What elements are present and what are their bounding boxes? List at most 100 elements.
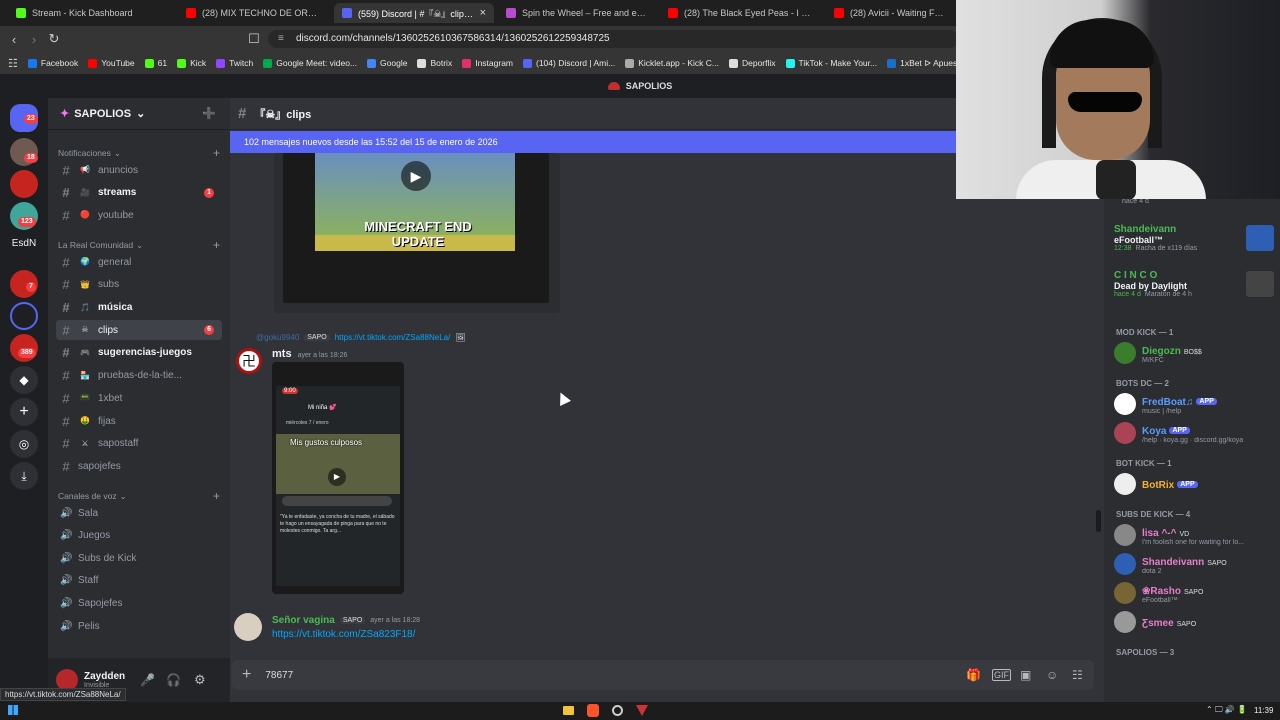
browser-tab[interactable]: (28) Avicii - Waiting For Love (Ly — [826, 3, 956, 23]
play-icon[interactable]: ▶ — [328, 468, 346, 486]
bookmark-item[interactable]: 1xBet ᐅ Apues — [887, 58, 957, 69]
browser-tab[interactable]: (559) Discord | #『☠』clips | SAP × — [334, 3, 494, 23]
avatar[interactable] — [1114, 393, 1136, 415]
voice-channel-item[interactable]: 🔊 Sapojefes — [56, 594, 222, 614]
message-composer[interactable]: + 78677 🎁 GIF ▣ ☺ ☷ — [232, 660, 1094, 690]
create-channel-icon[interactable]: + — [213, 489, 220, 503]
avatar[interactable] — [1114, 582, 1136, 604]
avatar[interactable] — [1114, 473, 1136, 495]
bookmark-item[interactable]: YouTube — [88, 58, 135, 68]
gif-icon[interactable]: GIF — [992, 669, 1011, 681]
member-item[interactable]: Koya APP/help · koya.gg · discord.gg/koya — [1114, 422, 1243, 444]
member-item[interactable]: ❀Rasho SAPO eFootball™ — [1114, 582, 1203, 604]
reload-icon[interactable]: ↻ — [44, 29, 64, 49]
member-item[interactable]: Ƹsmee SAPO — [1114, 611, 1196, 633]
channel-item[interactable]: # 🔴 youtube — [56, 205, 222, 225]
avatar[interactable] — [1114, 422, 1136, 444]
member-name[interactable]: C I N C O — [1114, 270, 1192, 281]
bookmark-item[interactable]: Botrix — [417, 58, 452, 68]
bookmark-item[interactable]: Twitch — [216, 58, 253, 68]
headphones-icon[interactable]: 🎧 — [166, 673, 181, 687]
channel-item[interactable]: # ☠ clips 6 — [56, 320, 222, 341]
site-info-icon[interactable]: ≡ — [278, 30, 284, 48]
url-bar[interactable]: ≡ discord.com/channels/13602526103675863… — [268, 30, 958, 48]
channel-item[interactable]: # ⚔ sapostaff — [56, 434, 222, 454]
back-icon[interactable]: ‹ — [4, 29, 24, 49]
file-explorer-icon[interactable] — [563, 706, 574, 715]
image-attachment[interactable]: 9:00 Mi niña 💕 miércoles 7 / enero Mis g… — [272, 362, 404, 594]
message-author[interactable]: mts — [272, 348, 292, 360]
guild-header[interactable]: ✦ SAPOLIOS ⌄ ➕ — [48, 98, 230, 130]
chat-scrollbar[interactable] — [1096, 510, 1101, 532]
member-name[interactable]: ❀Rasho — [1142, 586, 1181, 597]
voice-channel-item[interactable]: 🔊 Staff — [56, 571, 222, 591]
member-name[interactable]: Shandeivann — [1142, 557, 1204, 568]
channel-item[interactable]: # 🎵 música — [56, 298, 222, 318]
add-attachment-icon[interactable]: + — [242, 666, 251, 684]
server-icon-2[interactable] — [10, 170, 38, 198]
mic-muted-icon[interactable]: 🎤 — [140, 673, 155, 687]
play-icon[interactable]: ▶ — [401, 161, 431, 191]
download-icon[interactable]: ⤓ — [10, 462, 38, 490]
member-name[interactable]: Shandeivann — [1114, 224, 1197, 235]
channel-item[interactable]: # 📢 anuncios — [56, 160, 222, 180]
discover-icon[interactable]: ◎ — [10, 430, 38, 458]
voice-channel-item[interactable]: 🔊 Juegos — [56, 526, 222, 546]
member-name[interactable]: Diegozn — [1142, 346, 1181, 357]
avatar[interactable]: 卍 — [236, 348, 262, 374]
member-name[interactable]: BotRix — [1142, 480, 1174, 491]
channel-item[interactable]: # 🎥 streams 1 — [56, 183, 222, 203]
member-item[interactable]: Diegozn BO$$ M/KFC — [1114, 342, 1202, 364]
bookmark-item[interactable]: TikTok - Make Your... — [785, 58, 877, 68]
reply-link[interactable]: https://vt.tiktok.com/ZSa88NeLa/ — [335, 333, 451, 342]
member-name[interactable]: FredBoat♫ — [1142, 397, 1193, 408]
create-channel-icon[interactable]: + — [213, 238, 220, 252]
bookmark-item[interactable]: Google Meet: video... — [263, 58, 357, 68]
member-item[interactable]: Shandeivann SAPO dota 2 — [1114, 553, 1227, 575]
member-name[interactable]: Koya — [1142, 426, 1166, 437]
avatar[interactable] — [1114, 342, 1136, 364]
member-item[interactable]: BotRix APP — [1114, 473, 1198, 495]
apps-grid-icon[interactable]: ☷ — [8, 57, 18, 70]
channel-item[interactable]: # sapojefes — [56, 456, 222, 476]
bookmark-item[interactable]: Facebook — [27, 58, 78, 68]
gear-icon[interactable]: ⚙ — [194, 672, 206, 688]
bookmark-item[interactable]: Deporflix — [728, 58, 776, 68]
server-icon-7[interactable]: ◆ — [10, 366, 38, 394]
member-name[interactable]: lisa ^-^ — [1142, 528, 1176, 539]
reply-author[interactable]: @goku9940 — [256, 333, 299, 342]
avatar[interactable] — [1114, 553, 1136, 575]
channel-item[interactable]: # 🎮 sugerencias-juegos — [56, 343, 222, 363]
bookmark-item[interactable]: (104) Discord | Ami... — [523, 58, 615, 68]
channel-category[interactable]: Canales de voz ⌄ + — [58, 489, 220, 503]
create-channel-icon[interactable]: + — [213, 146, 220, 160]
server-icon-5[interactable] — [10, 302, 38, 330]
member-item[interactable]: FredBoat♫ APP music | /help — [1114, 393, 1217, 415]
voice-channel-item[interactable]: 🔊 Sala — [56, 503, 222, 523]
obs-icon[interactable] — [612, 705, 623, 716]
bookmark-item[interactable]: Kicklet.app - Kick C... — [625, 58, 719, 68]
bookmark-item[interactable]: Google — [367, 58, 407, 68]
channel-category[interactable]: Notificaciones ⌄ + — [58, 146, 220, 160]
channel-item[interactable]: # 🌍 general — [56, 252, 222, 272]
forward-icon[interactable]: › — [24, 29, 44, 49]
message-author[interactable]: Señor vagina — [272, 615, 335, 626]
add-server-icon[interactable]: + — [10, 398, 38, 426]
close-tab-icon[interactable]: × — [480, 7, 486, 19]
add-member-icon[interactable]: ➕ — [202, 107, 216, 120]
voice-channel-item[interactable]: 🔊 Subs de Kick — [56, 548, 222, 568]
browser-tab[interactable]: (28) MIX TECHNO DE ORO DE 80's & — [178, 3, 330, 23]
avatar[interactable] — [1114, 524, 1136, 546]
avatar[interactable] — [1114, 611, 1136, 633]
bookmark-item[interactable]: 61 — [144, 58, 167, 68]
channel-category[interactable]: La Real Comunidad ⌄ + — [58, 238, 220, 252]
reply-reference[interactable]: @goku9940 SAPO https://vt.tiktok.com/ZSa… — [256, 331, 556, 343]
emoji-icon[interactable]: ☺ — [1046, 668, 1058, 682]
video-thumbnail[interactable]: MINECRAFT END UPDATE ▶ — [283, 153, 549, 303]
browser-tab[interactable]: Spin the Wheel – Free and easy-to-u — [498, 3, 656, 23]
brave-icon[interactable] — [587, 704, 599, 717]
message-input[interactable]: 78677 — [265, 670, 293, 681]
channel-item[interactable]: # 🤑 fijas — [56, 411, 222, 431]
bookmark-star-icon[interactable]: ☐ — [244, 29, 264, 49]
gift-icon[interactable]: 🎁 — [966, 668, 981, 682]
